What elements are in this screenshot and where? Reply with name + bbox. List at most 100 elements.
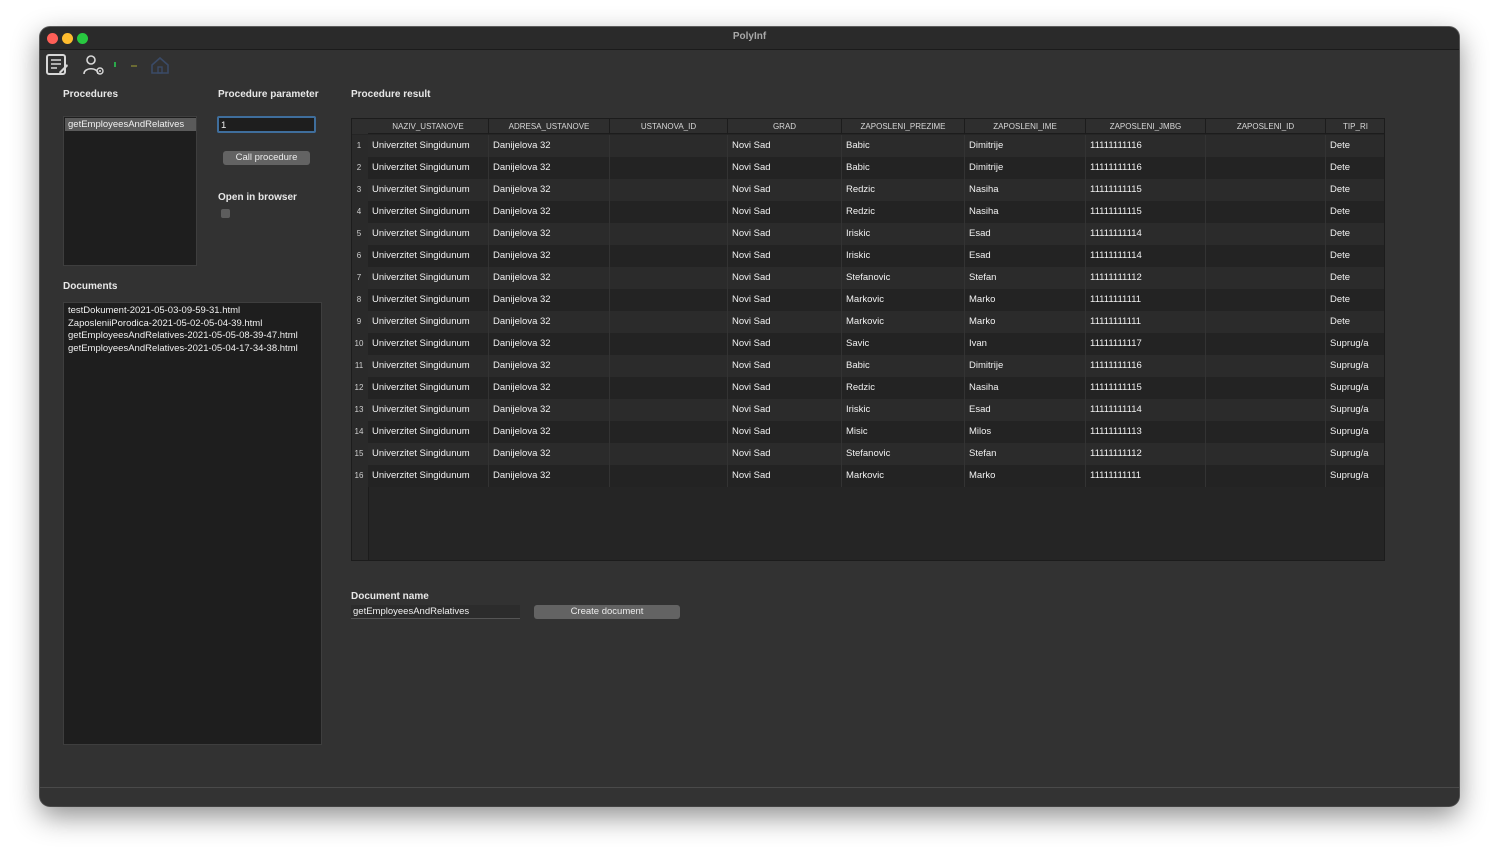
- table-row[interactable]: 6 Univerzitet Singidunum Danijelova 32 Novi…: [357, 245, 1384, 267]
- table-row[interactable]: 15 Univerzitet Singidunum Danijelova 32 Nov…: [355, 443, 1384, 465]
- user-settings-icon[interactable]: [82, 53, 106, 77]
- column-header[interactable]: GRAD: [728, 119, 842, 134]
- table-cell: Dimitrije: [965, 135, 1086, 157]
- row-number: 9: [356, 317, 362, 326]
- column-header[interactable]: ZAPOSLENI_PREZIME: [842, 119, 965, 134]
- table-cell: Dete: [1326, 267, 1384, 289]
- table-row[interactable]: 10 Univerzitet Singidunum Danijelova 32 Nov…: [355, 333, 1384, 355]
- document-list-icon[interactable]: [45, 53, 69, 77]
- table-row[interactable]: 16 Univerzitet Singidunum Danijelova 32 Nov…: [355, 465, 1384, 487]
- document-item[interactable]: getEmployeesAndRelatives-2021-05-04-17-3…: [64, 343, 321, 356]
- create-document-button[interactable]: Create document: [534, 605, 680, 619]
- table-cell: Univerzitet Singidunum: [368, 377, 489, 399]
- table-cell: Novi Sad: [728, 377, 842, 399]
- table-cell: Univerzitet Singidunum: [368, 179, 489, 201]
- table-cell: Univerzitet Singidunum: [368, 135, 489, 157]
- procedure-parameter-input[interactable]: [217, 116, 316, 133]
- table-cell: [1206, 223, 1326, 245]
- row-number: 5: [356, 229, 362, 238]
- table-cell: [610, 223, 728, 245]
- column-header[interactable]: ADRESA_USTANOVE: [489, 119, 610, 134]
- table-cell: Iriskic: [842, 223, 965, 245]
- table-cell: Nasiha: [965, 201, 1086, 223]
- table-cell: Univerzitet Singidunum: [368, 311, 489, 333]
- table-row[interactable]: 5 Univerzitet Singidunum Danijelova 32 Novi…: [357, 223, 1384, 245]
- table-cell: Danijelova 32: [489, 399, 610, 421]
- column-header[interactable]: NAZIV_USTANOVE: [368, 119, 489, 134]
- table-row[interactable]: 9 Univerzitet Singidunum Danijelova 32 Novi…: [357, 311, 1384, 333]
- procedure-result-table[interactable]: NAZIV_USTANOVE ADRESA_USTANOVE USTANOVA_ID…: [351, 118, 1385, 561]
- documents-list[interactable]: testDokument-2021-05-03-09-59-31.html Za…: [63, 302, 322, 745]
- column-header[interactable]: ZAPOSLENI_IME: [965, 119, 1086, 134]
- table-cell: Esad: [965, 245, 1086, 267]
- table-cell: 11111111113: [1086, 421, 1206, 443]
- table-cell: Danijelova 32: [489, 135, 610, 157]
- table-cell: Novi Sad: [728, 157, 842, 179]
- table-cell: Marko: [965, 465, 1086, 487]
- row-number: 8: [356, 295, 362, 304]
- table-row[interactable]: 3 Univerzitet Singidunum Danijelova 32 Novi…: [357, 179, 1384, 201]
- table-cell: Babic: [842, 355, 965, 377]
- table-cell: Markovic: [842, 289, 965, 311]
- table-cell: Suprug/a: [1326, 399, 1384, 421]
- table-cell: Univerzitet Singidunum: [368, 223, 489, 245]
- table-cell: [610, 289, 728, 311]
- table-cell: [610, 399, 728, 421]
- table-cell: 11111111111: [1086, 311, 1206, 333]
- table-cell: Univerzitet Singidunum: [368, 465, 489, 487]
- table-cell: [1206, 179, 1326, 201]
- table-cell: [610, 443, 728, 465]
- row-number: 10: [354, 339, 364, 348]
- column-header[interactable]: ZAPOSLENI_ID: [1206, 119, 1326, 134]
- table-cell: Novi Sad: [728, 421, 842, 443]
- table-cell: Iriskic: [842, 399, 965, 421]
- table-row[interactable]: 8 Univerzitet Singidunum Danijelova 32 Novi…: [357, 289, 1384, 311]
- table-cell: Novi Sad: [728, 333, 842, 355]
- call-procedure-button[interactable]: Call procedure: [223, 151, 310, 165]
- document-item[interactable]: testDokument-2021-05-03-09-59-31.html: [64, 305, 321, 318]
- document-name-input[interactable]: [351, 605, 520, 619]
- table-cell: 11111111112: [1086, 267, 1206, 289]
- table-cell: 11111111116: [1086, 135, 1206, 157]
- table-row[interactable]: 14 Univerzitet Singidunum Danijelova 32 Nov…: [355, 421, 1384, 443]
- home-icon[interactable]: [148, 53, 172, 77]
- table-cell: Suprug/a: [1326, 355, 1384, 377]
- table-cell: Danijelova 32: [489, 377, 610, 399]
- table-cell: Redzic: [842, 201, 965, 223]
- table-cell: Danijelova 32: [489, 333, 610, 355]
- column-header[interactable]: ZAPOSLENI_JMBG: [1086, 119, 1206, 134]
- procedures-label: Procedures: [63, 89, 119, 100]
- open-in-browser-checkbox[interactable]: [221, 209, 230, 218]
- table-cell: Dete: [1326, 179, 1384, 201]
- table-cell: Dimitrije: [965, 157, 1086, 179]
- table-cell: Ivan: [965, 333, 1086, 355]
- procedure-parameter-label: Procedure parameter: [218, 89, 319, 100]
- table-cell: Novi Sad: [728, 465, 842, 487]
- column-header[interactable]: TIP_RI: [1326, 119, 1384, 134]
- table-row[interactable]: 4 Univerzitet Singidunum Danijelova 32 Novi…: [357, 201, 1384, 223]
- table-row[interactable]: 2 Univerzitet Singidunum Danijelova 32 Novi…: [357, 157, 1384, 179]
- table-cell: 11111111116: [1086, 355, 1206, 377]
- table-row[interactable]: 13 Univerzitet Singidunum Danijelova 32 Nov…: [355, 399, 1384, 421]
- table-cell: Univerzitet Singidunum: [368, 421, 489, 443]
- table-row[interactable]: 7 Univerzitet Singidunum Danijelova 32 Novi…: [357, 267, 1384, 289]
- row-number: 1: [356, 141, 362, 150]
- table-row[interactable]: 11 Univerzitet Singidunum Danijelova 32 Nov…: [355, 355, 1384, 377]
- table-row[interactable]: 1 Univerzitet Singidunum Danijelova 32 Novi…: [357, 135, 1384, 157]
- procedure-result-label: Procedure result: [351, 89, 431, 100]
- column-header[interactable]: USTANOVA_ID: [610, 119, 728, 134]
- document-item[interactable]: ZaposleniiPorodica-2021-05-02-05-04-39.h…: [64, 318, 321, 331]
- procedure-item[interactable]: getEmployeesAndRelatives: [65, 118, 196, 131]
- table-cell: Univerzitet Singidunum: [368, 399, 489, 421]
- table-cell: [1206, 333, 1326, 355]
- table-row[interactable]: 12 Univerzitet Singidunum Danijelova 32 Nov…: [355, 377, 1384, 399]
- procedures-list[interactable]: getEmployeesAndRelatives: [63, 116, 197, 266]
- document-item[interactable]: getEmployeesAndRelatives-2021-05-05-08-3…: [64, 330, 321, 343]
- table-cell: [610, 355, 728, 377]
- table-cell: Danijelova 32: [489, 311, 610, 333]
- table-cell: Redzic: [842, 377, 965, 399]
- table-cell: Univerzitet Singidunum: [368, 157, 489, 179]
- table-cell: 11111111114: [1086, 223, 1206, 245]
- table-cell: Markovic: [842, 311, 965, 333]
- table-cell: Novi Sad: [728, 201, 842, 223]
